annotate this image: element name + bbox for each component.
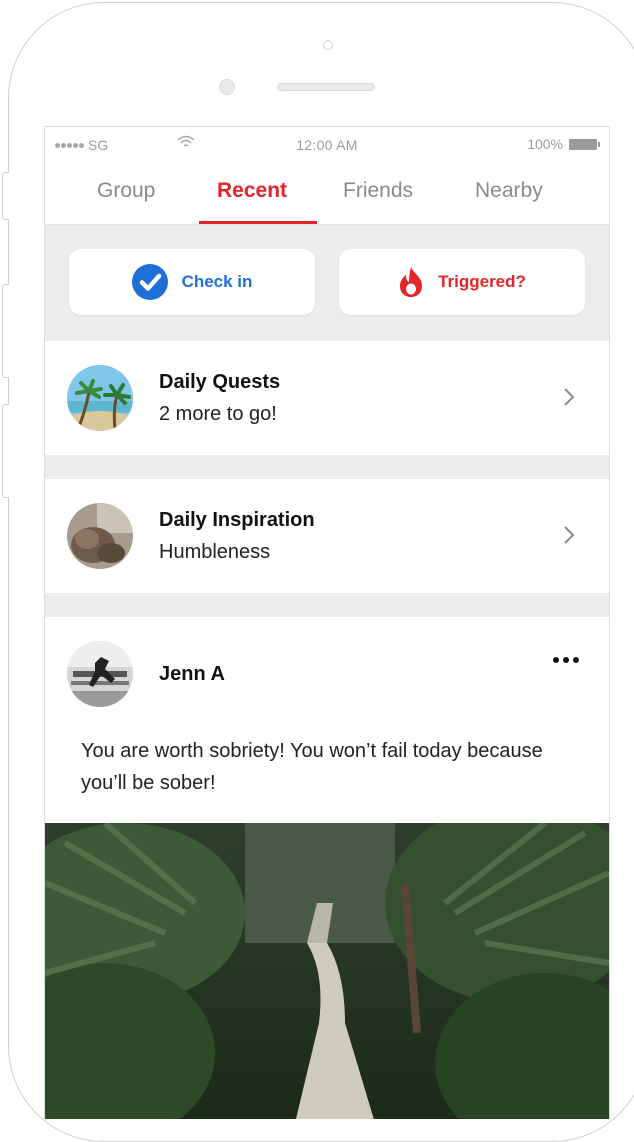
tab-friends[interactable]: Friends [343,179,413,203]
battery-status: 100% [527,136,601,152]
more-icon[interactable] [553,657,579,663]
mute-switch [2,172,9,220]
app-screen: SG 12:00 AM 100% Group Recent Friends Ne… [44,126,610,1119]
tab-nearby[interactable]: Nearby [475,179,543,203]
inspiration-thumbnail [67,503,133,569]
active-tab-indicator [199,221,317,224]
triggered-button[interactable]: Triggered? [339,249,585,315]
checkmark-icon [131,264,168,300]
earpiece-speaker [277,83,375,91]
daily-inspiration-subtitle: Humbleness [159,541,271,563]
clock: 12:00 AM [296,137,358,153]
daily-quests-subtitle: 2 more to go! [159,403,277,425]
chevron-right-icon [564,526,575,544]
daily-quests-row[interactable]: Daily Quests 2 more to go! [45,341,609,455]
beach-thumbnail [67,365,133,431]
triggered-label: Triggered? [438,272,526,291]
post-image[interactable] [45,823,609,1119]
chevron-right-icon [564,388,575,406]
status-bar: SG 12:00 AM 100% [45,127,609,165]
feed-post: Jenn A You are worth sobriety! You won’t… [45,617,609,1119]
proximity-sensor [219,79,235,95]
tab-bar: Group Recent Friends Nearby [45,165,609,225]
daily-inspiration-title: Daily Inspiration [159,509,315,531]
post-text: You are worth sobriety! You won’t fail t… [81,740,543,794]
post-author-name[interactable]: Jenn A [159,663,225,686]
flame-icon [400,267,423,297]
volume-up-button [2,284,9,378]
daily-inspiration-row[interactable]: Daily Inspiration Humbleness [45,479,609,593]
tab-recent[interactable]: Recent [217,179,287,203]
avatar[interactable] [67,641,133,707]
front-camera [323,40,333,50]
check-in-label: Check in [181,272,253,291]
battery-percent: 100% [527,136,563,152]
battery-icon [569,138,601,150]
check-in-button[interactable]: Check in [69,249,315,315]
volume-down-button [2,404,9,498]
tab-group[interactable]: Group [97,179,155,203]
daily-quests-title: Daily Quests [159,371,281,393]
